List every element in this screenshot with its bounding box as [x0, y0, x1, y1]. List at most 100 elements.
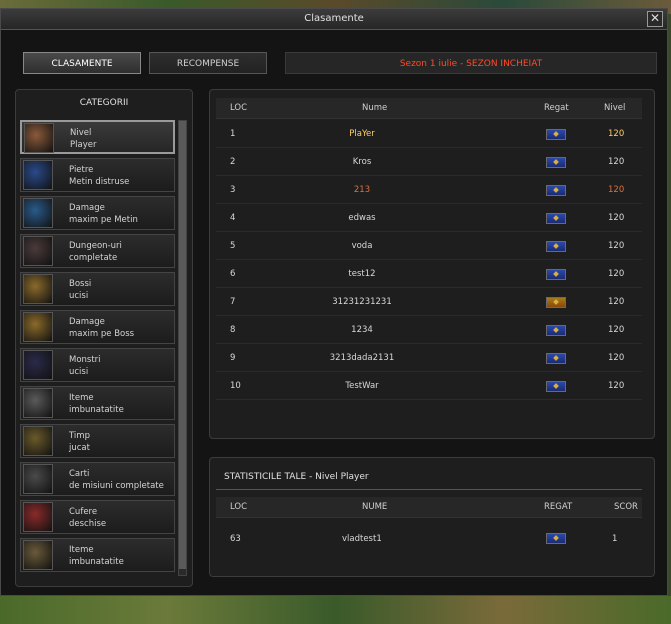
ranking-row[interactable]: 1 PlaYer 120: [216, 120, 642, 148]
ranking-row[interactable]: 8 1234 120: [216, 316, 642, 344]
category-item-5[interactable]: Damage maxim pe Boss: [20, 310, 175, 344]
category-item-11[interactable]: Iteme imbunatatite: [20, 538, 175, 572]
category-label-line1: Dungeon-uri: [69, 241, 122, 251]
game-world-background-bottom: [0, 596, 671, 624]
category-label-line2: imbunatatite: [69, 405, 124, 415]
player-level: 120: [608, 185, 625, 195]
kingdom-flag-icon: [546, 269, 566, 280]
ranking-row[interactable]: 9 3213dada2131 120: [216, 344, 642, 372]
stats-header-kingdom: REGAT: [544, 502, 573, 512]
player-level: 120: [608, 269, 625, 279]
category-label-line1: Cufere: [69, 507, 98, 517]
category-label: Bossi ucisi: [69, 278, 91, 302]
stats-loc: 63: [230, 534, 241, 544]
kingdom-flag-icon: [546, 353, 566, 364]
close-icon[interactable]: ✕: [647, 11, 663, 27]
upgraded-weapon-icon: [23, 388, 53, 418]
category-label-line1: Timp: [69, 431, 90, 441]
category-item-2[interactable]: Damage maxim pe Metin: [20, 196, 175, 230]
player-level: 120: [608, 325, 625, 335]
header-name: Nume: [362, 103, 388, 113]
category-label-line2: maxim pe Boss: [69, 329, 135, 339]
stats-divider: [216, 489, 642, 490]
boss-damage-icon: [23, 312, 53, 342]
category-label-line1: Pietre: [69, 165, 94, 175]
header-kingdom: Regat: [544, 103, 569, 113]
category-label-line1: Iteme: [69, 545, 94, 555]
category-label-line2: ucisi: [69, 291, 89, 301]
kingdom-flag-icon: [546, 381, 566, 392]
category-label-line2: imbunatatite: [69, 557, 124, 567]
category-label-line1: Carti: [69, 469, 90, 479]
ranking-panel: LOC Nume Regat Nivel 1 PlaYer 120 2 Kros 120 3…: [209, 89, 655, 439]
category-item-0[interactable]: Nivel Player: [20, 120, 175, 154]
player-level: 120: [608, 129, 625, 139]
scrollbar-thumb[interactable]: [179, 121, 186, 569]
kingdom-flag-icon: [546, 325, 566, 336]
category-scrollbar[interactable]: [178, 120, 187, 576]
ranking-row[interactable]: 7 31231231231 120: [216, 288, 642, 316]
category-label-line1: Bossi: [69, 279, 92, 289]
kingdom-flag-icon: [546, 157, 566, 168]
ranking-row[interactable]: 5 voda 120: [216, 232, 642, 260]
category-item-1[interactable]: Pietre Metin distruse: [20, 158, 175, 192]
stats-header-name: NUME: [362, 502, 388, 512]
mission-cards-icon: [23, 464, 53, 494]
player-level: 120: [608, 157, 625, 167]
category-item-6[interactable]: Monstri ucisi: [20, 348, 175, 382]
category-label-line1: Iteme: [69, 393, 94, 403]
category-label-line2: Player: [70, 140, 97, 150]
category-item-4[interactable]: Bossi ucisi: [20, 272, 175, 306]
category-label-line1: Monstri: [69, 355, 101, 365]
upgrade-scroll-icon: [23, 540, 53, 570]
category-item-8[interactable]: Timp jucat: [20, 424, 175, 458]
tab-recompense[interactable]: RECOMPENSE: [149, 52, 267, 74]
stats-header-loc: LOC: [230, 502, 248, 512]
category-label: Dungeon-uri completate: [69, 240, 122, 264]
category-item-3[interactable]: Dungeon-uri completate: [20, 234, 175, 268]
category-item-7[interactable]: Iteme imbunatatite: [20, 386, 175, 420]
ranking-row[interactable]: 3 213 120: [216, 176, 642, 204]
boss-icon: [23, 274, 53, 304]
category-item-10[interactable]: Cufere deschise: [20, 500, 175, 534]
category-label: Damage maxim pe Boss: [69, 316, 134, 340]
tab-clasamente[interactable]: CLASAMENTE: [23, 52, 141, 74]
ranking-row[interactable]: 4 edwas 120: [216, 204, 642, 232]
header-level: Nivel: [604, 103, 626, 113]
category-label-line2: completate: [69, 253, 118, 263]
player-level: 120: [608, 241, 625, 251]
ranking-row[interactable]: 10 TestWar 120: [216, 372, 642, 400]
season-status-banner: Sezon 1 iulie - SEZON INCHEIAT: [285, 52, 657, 74]
category-label-line1: Damage: [69, 203, 105, 213]
category-label-line2: maxim pe Metin: [69, 215, 138, 225]
player-name: 1234: [351, 325, 373, 335]
treasure-chest-icon: [23, 502, 53, 532]
ranking-header: LOC Nume Regat Nivel: [216, 98, 642, 119]
player-name: 31231231231: [332, 297, 392, 307]
ranking-row[interactable]: 6 test12 120: [216, 260, 642, 288]
kingdom-flag-icon: [546, 129, 566, 140]
kingdom-flag-icon: [546, 533, 566, 544]
kingdom-flag-icon: [546, 185, 566, 196]
ranking-row[interactable]: 2 Kros 120: [216, 148, 642, 176]
window-titlebar[interactable]: Clasamente ✕: [1, 9, 667, 30]
category-label-line1: Damage: [69, 317, 105, 327]
kingdom-flag-icon: [546, 213, 566, 224]
category-label-line1: Nivel: [70, 128, 92, 138]
player-level: 120: [608, 297, 625, 307]
warrior-level-up-icon: [24, 123, 54, 153]
category-label-line2: ucisi: [69, 367, 89, 377]
player-name: 213: [353, 185, 371, 195]
player-level: 120: [608, 353, 625, 363]
player-name: PlaYer: [349, 129, 375, 139]
pocket-watch-icon: [23, 426, 53, 456]
category-item-9[interactable]: Carti de misiuni completate: [20, 462, 175, 496]
category-label: Iteme imbunatatite: [69, 392, 124, 416]
player-level: 120: [608, 381, 625, 391]
kingdom-flag-icon: [546, 297, 566, 308]
category-label: Cufere deschise: [69, 506, 106, 530]
category-label-line2: de misiuni completate: [69, 481, 164, 491]
category-title: CATEGORII: [79, 98, 129, 108]
window-title: Clasamente: [304, 13, 364, 24]
stats-score: 1: [612, 534, 618, 544]
